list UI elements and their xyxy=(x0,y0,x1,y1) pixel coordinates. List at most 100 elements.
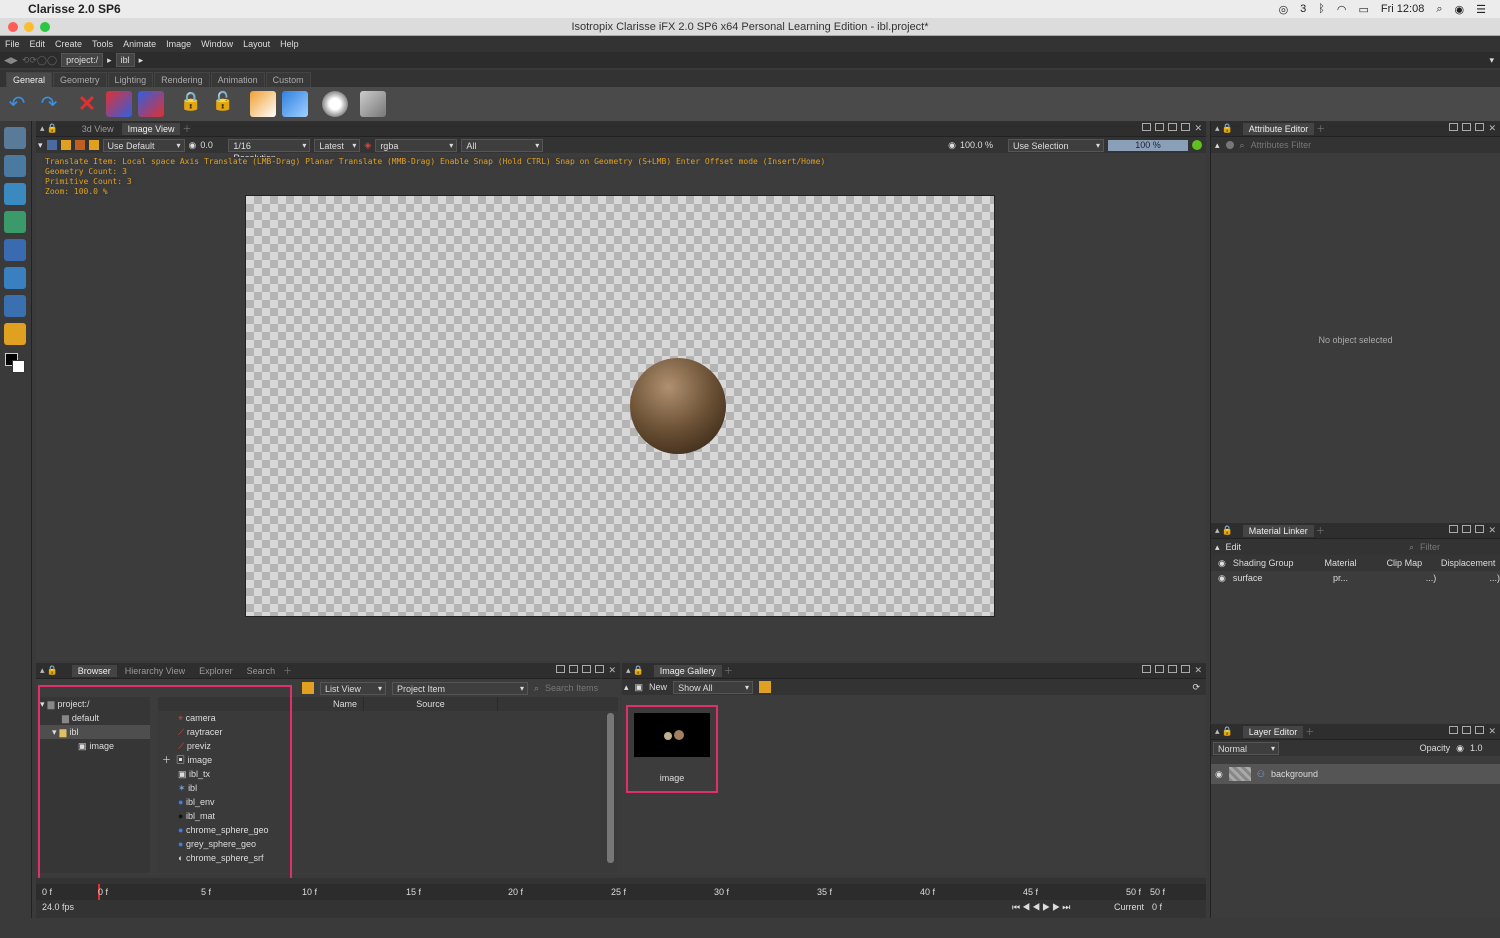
layout-icon[interactable] xyxy=(569,665,579,673)
translate-tool-icon[interactable] xyxy=(4,155,26,177)
displacement-value[interactable]: ...) xyxy=(1436,571,1500,585)
add-tab-button[interactable]: ＋ xyxy=(1316,122,1325,135)
delete-icon[interactable]: ✕ xyxy=(74,91,100,117)
tab-explorer[interactable]: Explorer xyxy=(193,665,239,677)
eye-icon[interactable]: ◉ xyxy=(1211,571,1233,585)
tab-animation[interactable]: Animation xyxy=(210,72,265,87)
tab-search[interactable]: Search xyxy=(241,665,282,677)
material-row[interactable]: ◉ surface pr... ...) ...) xyxy=(1211,571,1500,585)
instance-icon[interactable] xyxy=(106,91,132,117)
layout-icon[interactable] xyxy=(582,665,592,673)
search-items-input[interactable]: Search Items xyxy=(545,683,598,693)
zoom-window-button[interactable] xyxy=(40,22,50,32)
column-source[interactable]: Source xyxy=(364,697,498,711)
menu-help[interactable]: Help xyxy=(275,39,304,49)
shader-icon[interactable] xyxy=(250,91,276,117)
timeline-end-field[interactable]: 50 f xyxy=(1150,887,1165,897)
cc-icon[interactable]: ◎ xyxy=(1279,3,1289,16)
attributes-filter-input[interactable]: Attributes Filter xyxy=(1251,140,1312,150)
filter-input[interactable]: Filter xyxy=(1420,542,1500,552)
notification-icon[interactable]: ☰ xyxy=(1476,3,1486,16)
tab-browser[interactable]: Browser xyxy=(71,664,117,677)
image-tool-icon[interactable] xyxy=(4,211,26,233)
maximize-icon[interactable] xyxy=(1475,123,1485,131)
menu-file[interactable]: File xyxy=(0,39,25,49)
maximize-icon[interactable] xyxy=(595,665,605,673)
attribute-editor-title[interactable]: Attribute Editor xyxy=(1242,122,1315,135)
close-icon[interactable]: ✕ xyxy=(1488,123,1496,134)
user-icon[interactable]: ◉ xyxy=(1455,3,1465,16)
history-icon[interactable]: ⟲⟳◯◯ xyxy=(22,55,57,66)
add-tab-button[interactable]: ＋ xyxy=(1316,524,1325,537)
panel-menu-icon[interactable]: ▴ xyxy=(626,665,631,676)
gallery-filter-select[interactable]: Show All xyxy=(673,680,754,694)
tab-lighting[interactable]: Lighting xyxy=(107,72,154,87)
add-tab-button[interactable]: ＋ xyxy=(182,122,191,135)
pointer-tool-icon[interactable] xyxy=(4,295,26,317)
layer-editor-title[interactable]: Layer Editor xyxy=(1242,725,1304,738)
script-icon[interactable] xyxy=(360,91,386,117)
menu-animate[interactable]: Animate xyxy=(118,39,161,49)
image-gallery-title[interactable]: Image Gallery xyxy=(653,664,722,677)
timeline-start-field[interactable]: 0 f xyxy=(42,887,52,897)
tab-3d-view[interactable]: 3d View xyxy=(76,123,120,135)
gallery-settings-icon[interactable] xyxy=(759,681,772,693)
panel-lock-icon[interactable]: 🔒 xyxy=(1222,123,1233,134)
eye-icon[interactable]: ◉ xyxy=(1215,769,1223,780)
clip-map-value[interactable]: ...) xyxy=(1372,571,1437,585)
panel-menu-icon[interactable]: ▴ xyxy=(1215,123,1220,134)
edit-menu[interactable]: Edit xyxy=(1226,542,1242,552)
layout-icon[interactable] xyxy=(1462,726,1472,734)
layout-icon[interactable] xyxy=(1155,665,1165,673)
menu-image[interactable]: Image xyxy=(161,39,196,49)
view-mode-select[interactable]: List View xyxy=(320,681,386,695)
fps-field[interactable]: 24.0 fps xyxy=(42,902,74,912)
back-icon[interactable]: ◀▶ xyxy=(4,55,18,66)
redo-icon[interactable]: ↷ xyxy=(36,91,62,117)
close-icon[interactable]: ✕ xyxy=(1488,525,1496,536)
brush-tool-icon[interactable] xyxy=(4,323,26,345)
path-segment-project[interactable]: project:/ xyxy=(61,53,104,67)
refresh-icon[interactable]: ⟳ xyxy=(1192,682,1200,693)
snapshot-icon[interactable] xyxy=(46,140,57,150)
panel-lock-icon[interactable]: 🔒 xyxy=(47,665,58,676)
material-value[interactable]: pr... xyxy=(1309,571,1373,585)
maximize-icon[interactable] xyxy=(1181,665,1191,673)
layout-icon[interactable] xyxy=(1168,123,1178,131)
path-dropdown-icon[interactable]: ▾ xyxy=(1489,55,1494,66)
paint-tool-icon[interactable] xyxy=(4,183,26,205)
panel-lock-icon[interactable]: 🔒 xyxy=(633,665,644,676)
layout-icon[interactable] xyxy=(556,665,566,673)
tab-hierarchy-view[interactable]: Hierarchy View xyxy=(119,665,191,677)
layout-icon[interactable] xyxy=(1155,123,1165,131)
opacity-field[interactable]: 1.0 xyxy=(1470,743,1496,753)
unlock-icon[interactable]: 🔓 xyxy=(210,91,236,117)
material-linker-title[interactable]: Material Linker xyxy=(1242,524,1314,537)
menu-window[interactable]: Window xyxy=(196,39,238,49)
shield-icon[interactable] xyxy=(282,91,308,117)
item-type-select[interactable]: Project Item xyxy=(392,681,528,695)
panel-lock-icon[interactable]: 🔒 xyxy=(1222,525,1233,536)
new-snapshot-button[interactable]: New xyxy=(649,682,667,692)
filter-icon[interactable] xyxy=(302,682,314,694)
adobe-status[interactable]: 3 xyxy=(1300,3,1306,15)
panel-menu-icon[interactable]: ▴ xyxy=(40,665,45,676)
grid-icon[interactable] xyxy=(74,140,85,150)
playback-controls[interactable]: ⏮◀◀▶▶⏭ xyxy=(1012,902,1072,913)
layers-select[interactable]: All xyxy=(461,138,544,152)
toolbar-menu-icon[interactable]: ▾ xyxy=(38,140,43,151)
maximize-icon[interactable] xyxy=(1475,726,1485,734)
column-material[interactable]: Material xyxy=(1309,558,1373,568)
clock[interactable]: Fri 12:08 xyxy=(1381,3,1424,15)
panel-menu-icon[interactable]: ▴ xyxy=(1215,525,1220,536)
menu-layout[interactable]: Layout xyxy=(238,39,275,49)
resolution-select[interactable]: 1/16 Resolution xyxy=(228,138,311,163)
panel-menu-icon[interactable]: ▴ xyxy=(1215,140,1220,151)
layout-icon[interactable] xyxy=(1462,123,1472,131)
mac-app-name[interactable]: Clarisse 2.0 SP6 xyxy=(28,2,121,16)
layout-icon[interactable] xyxy=(1449,525,1459,533)
render-status-icon[interactable] xyxy=(1192,140,1202,150)
tab-general[interactable]: General xyxy=(6,72,53,87)
layout-icon[interactable] xyxy=(1142,665,1152,673)
column-clip-map[interactable]: Clip Map xyxy=(1372,558,1436,568)
